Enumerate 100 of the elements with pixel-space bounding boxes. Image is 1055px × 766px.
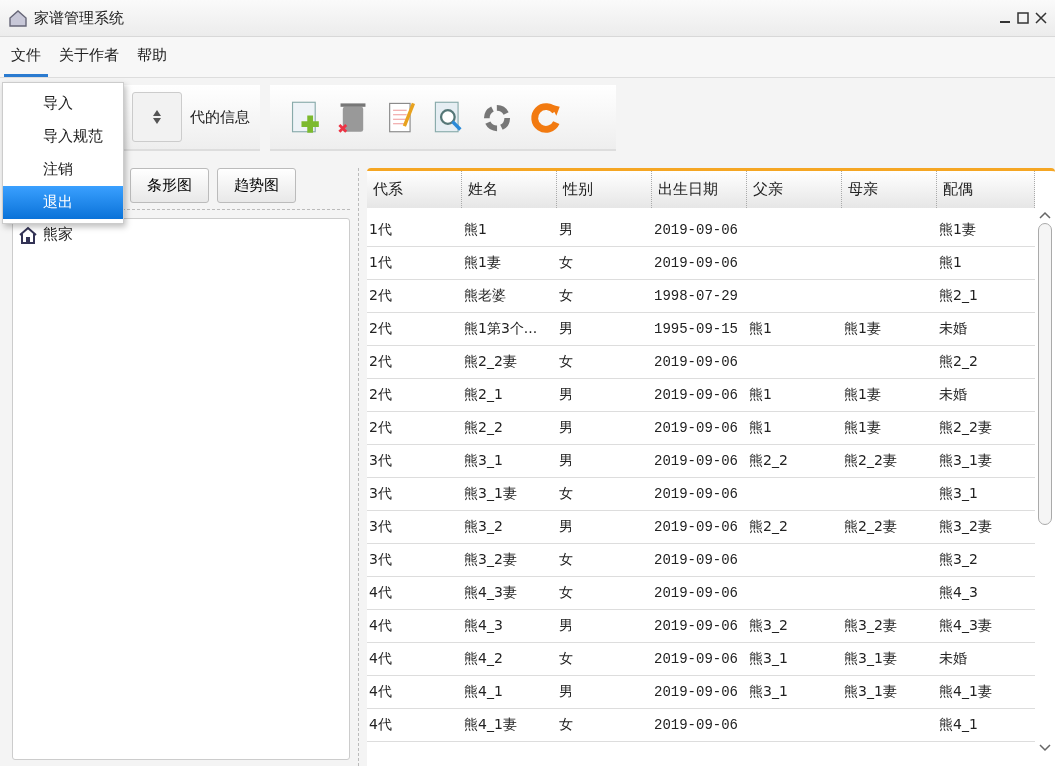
table-cell: 未婚 bbox=[939, 320, 967, 338]
table-cell: 男 bbox=[559, 683, 573, 701]
table-cell: 熊4_3妻 bbox=[464, 584, 517, 602]
table-cell: 女 bbox=[559, 650, 573, 668]
table-cell: 未婚 bbox=[939, 386, 967, 404]
table-cell: 熊3_2妻 bbox=[939, 518, 992, 536]
table-cell: 熊4_1妻 bbox=[939, 683, 992, 701]
table-cell: 熊2_2 bbox=[464, 419, 503, 437]
table-cell: 2019-09-06 bbox=[654, 354, 738, 370]
column-header[interactable]: 性别 bbox=[557, 171, 652, 208]
table-cell: 女 bbox=[559, 485, 573, 503]
table-cell: 女 bbox=[559, 584, 573, 602]
table-cell: 未婚 bbox=[939, 650, 967, 668]
table-cell: 熊老婆 bbox=[464, 287, 506, 305]
home-icon bbox=[19, 225, 37, 244]
table-cell: 熊4_2 bbox=[464, 650, 503, 668]
table-cell: 2代 bbox=[369, 320, 392, 338]
table-cell: 熊3_2 bbox=[939, 551, 978, 569]
menu-item[interactable]: 关于作者 bbox=[52, 37, 126, 77]
table-cell: 男 bbox=[559, 518, 573, 536]
table-cell: 女 bbox=[559, 254, 573, 272]
table-cell: 熊4_1 bbox=[939, 716, 978, 734]
table-cell: 熊4_3 bbox=[939, 584, 978, 602]
table-cell: 女 bbox=[559, 287, 573, 305]
column-header[interactable]: 出生日期 bbox=[652, 171, 747, 208]
column-header[interactable]: 代系 bbox=[367, 171, 462, 208]
table-cell: 熊3_2 bbox=[749, 617, 788, 635]
column-header[interactable]: 姓名 bbox=[462, 171, 557, 208]
table-cell: 熊1妻 bbox=[844, 386, 881, 404]
table-cell: 2019-09-06 bbox=[654, 519, 738, 535]
maximize-icon[interactable] bbox=[1017, 12, 1029, 24]
table-cell: 3代 bbox=[369, 452, 392, 470]
up-down-arrows-icon bbox=[152, 109, 162, 125]
table-cell: 熊4_1 bbox=[464, 683, 503, 701]
table-cell: 熊1妻 bbox=[464, 254, 501, 272]
menu-item[interactable]: 帮助 bbox=[130, 37, 174, 77]
menu-option[interactable]: 退出 bbox=[3, 186, 123, 219]
table-cell: 熊3_1妻 bbox=[939, 452, 992, 470]
chart-button[interactable]: 条形图 bbox=[130, 168, 209, 203]
table-cell: 熊2_2妻 bbox=[464, 353, 517, 371]
scroll-down-icon[interactable] bbox=[1039, 744, 1051, 752]
table-cell: 女 bbox=[559, 716, 573, 734]
menu-option[interactable]: 导入规范 bbox=[3, 120, 123, 153]
table-cell: 2019-09-06 bbox=[654, 585, 738, 601]
table-cell: 熊3_2 bbox=[464, 518, 503, 536]
table-cell: 2019-09-06 bbox=[654, 651, 738, 667]
table-cell: 男 bbox=[559, 452, 573, 470]
table-cell: 1998-07-29 bbox=[654, 288, 738, 304]
table-cell: 熊3_1妻 bbox=[844, 650, 897, 668]
table-cell: 1995-09-15 bbox=[654, 321, 738, 337]
table-cell: 男 bbox=[559, 320, 573, 338]
table-cell: 熊3_1 bbox=[464, 452, 503, 470]
table-cell: 女 bbox=[559, 551, 573, 569]
table-cell: 4代 bbox=[369, 716, 392, 734]
table-cell: 熊1妻 bbox=[844, 320, 881, 338]
table-cell: 熊3_1 bbox=[749, 683, 788, 701]
window-title: 家谱管理系统 bbox=[34, 8, 125, 28]
chart-button[interactable]: 趋势图 bbox=[217, 168, 296, 203]
table-cell: 3代 bbox=[369, 551, 392, 569]
filter-label: 代的信息 bbox=[190, 107, 250, 127]
table-cell: 熊4_3妻 bbox=[939, 617, 992, 635]
tree-item[interactable]: 熊家 bbox=[43, 225, 73, 244]
table-cell: 熊4_3 bbox=[464, 617, 503, 635]
table-cell: 男 bbox=[559, 617, 573, 635]
scrollbar-thumb[interactable] bbox=[1038, 223, 1052, 525]
table-cell: 2代 bbox=[369, 419, 392, 437]
table-cell: 2019-09-06 bbox=[654, 684, 738, 700]
table-cell: 4代 bbox=[369, 683, 392, 701]
table-cell: 2019-09-06 bbox=[654, 552, 738, 568]
menu-item[interactable]: 文件 bbox=[4, 37, 48, 77]
table-cell: 2019-09-06 bbox=[654, 486, 738, 502]
table-cell: 男 bbox=[559, 419, 573, 437]
column-header[interactable]: 配偶 bbox=[937, 171, 1035, 208]
table-cell: 熊2_1 bbox=[939, 287, 978, 305]
table-cell: 2019-09-06 bbox=[654, 222, 738, 238]
table-cell: 熊3_1妻 bbox=[844, 683, 897, 701]
table-cell: 熊4_1妻 bbox=[464, 716, 517, 734]
table-cell: 熊3_1 bbox=[749, 650, 788, 668]
menu-option[interactable]: 注销 bbox=[3, 153, 123, 186]
table-cell: 2019-09-06 bbox=[654, 618, 738, 634]
table-cell: 2019-09-06 bbox=[654, 387, 738, 403]
table-cell: 2019-09-06 bbox=[654, 255, 738, 271]
table-cell: 熊1 bbox=[749, 419, 772, 437]
table-cell: 4代 bbox=[369, 617, 392, 635]
table-cell: 熊3_1妻 bbox=[464, 485, 517, 503]
close-icon[interactable] bbox=[1035, 12, 1047, 24]
table-cell: 熊2_2 bbox=[939, 353, 978, 371]
table-cell: 熊2_2妻 bbox=[939, 419, 992, 437]
menu-option[interactable]: 导入 bbox=[3, 87, 123, 120]
table-cell: 4代 bbox=[369, 584, 392, 602]
column-header[interactable]: 父亲 bbox=[747, 171, 842, 208]
scroll-up-icon[interactable] bbox=[1039, 211, 1051, 219]
table-cell: 2代 bbox=[369, 353, 392, 371]
table-cell: 熊2_2妻 bbox=[844, 518, 897, 536]
column-header[interactable]: 母亲 bbox=[842, 171, 937, 208]
table-cell: 2019-09-06 bbox=[654, 717, 738, 733]
table-cell: 男 bbox=[559, 386, 573, 404]
table-cell: 熊1 bbox=[939, 254, 962, 272]
table-cell: 2代 bbox=[369, 386, 392, 404]
table-cell: 2019-09-06 bbox=[654, 453, 738, 469]
